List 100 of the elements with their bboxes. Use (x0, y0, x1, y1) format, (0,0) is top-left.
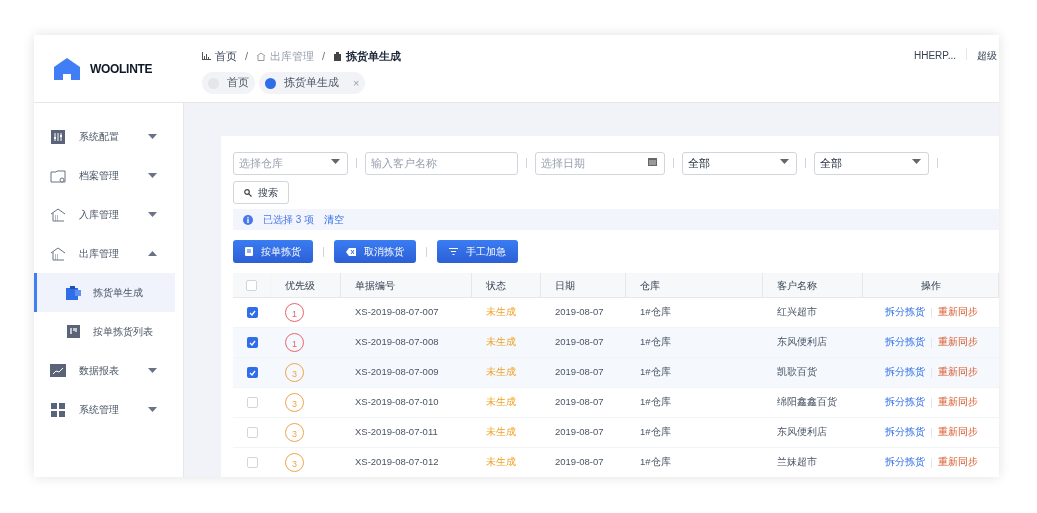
clipboard-icon (65, 285, 81, 300)
chart-icon (202, 52, 211, 60)
breadcrumb-separator: / (322, 48, 326, 64)
date-cell: 2019-08-07 (555, 335, 604, 350)
select-field[interactable]: 全部 (814, 152, 929, 175)
status-text: 未生成 (486, 305, 516, 320)
status-text: 未生成 (486, 395, 516, 410)
date-cell: 2019-08-07 (555, 305, 604, 320)
resync-link[interactable]: 重新同步 (937, 395, 978, 410)
customer-cell: 凯歌百货 (777, 365, 817, 380)
split-picking-link[interactable]: 拆分拣货 (884, 395, 925, 410)
warehouse-cell: 1#仓库 (640, 365, 671, 380)
column-header: 客户名称 (777, 278, 817, 293)
checkbox[interactable] (246, 427, 258, 438)
order-number: XS-2019-08-07-009 (355, 365, 439, 380)
warehouse-cell: 1#仓库 (640, 335, 671, 350)
calendar-icon (648, 157, 657, 167)
input-field[interactable]: 输入客户名称 (365, 151, 518, 175)
resync-link[interactable]: 重新同步 (937, 305, 978, 320)
house-icon (49, 207, 67, 222)
submenu-item[interactable]: 拣货单生成 (34, 273, 175, 312)
resync-link[interactable]: 重新同步 (937, 455, 978, 470)
sidebar-item[interactable]: 入库管理 (34, 195, 183, 234)
checkbox[interactable] (246, 367, 258, 378)
breadcrumb-item[interactable]: 首页 (215, 47, 237, 65)
action-button[interactable]: 取消拣货 (334, 240, 416, 263)
board-icon (66, 325, 80, 338)
action-button[interactable]: 手工加急 (437, 240, 518, 263)
date-cell: 2019-08-07 (555, 425, 604, 440)
column-header: 状态 (486, 278, 506, 293)
customer-cell: 东风便利店 (777, 335, 827, 350)
logo-text: WOOLINTE (90, 60, 153, 78)
document-icon (245, 247, 253, 256)
submenu-item[interactable]: 按单拣货列表 (34, 312, 175, 351)
resync-link[interactable]: 重新同步 (937, 425, 978, 440)
folder-icon (50, 168, 66, 183)
house-icon (256, 51, 267, 61)
customer-cell: 兰妹超市 (777, 455, 817, 470)
breadcrumb-item: 拣货单生成 (346, 48, 402, 64)
split-picking-link[interactable]: 拆分拣货 (884, 335, 925, 350)
column-header: 日期 (555, 278, 575, 293)
order-number: XS-2019-08-07-011 (355, 425, 438, 440)
order-number: XS-2019-08-07-008 (355, 335, 439, 350)
checkbox[interactable] (246, 457, 258, 468)
breadcrumb-separator: / (245, 48, 249, 64)
split-picking-link[interactable]: 拆分拣货 (884, 455, 925, 470)
date-cell: 2019-08-07 (555, 395, 604, 410)
status-text: 未生成 (486, 335, 516, 350)
order-number: XS-2019-08-07-012 (355, 455, 439, 470)
sidebar-item[interactable]: 出库管理 (34, 234, 183, 273)
house-logo-icon (54, 57, 80, 80)
warehouse-cell: 1#仓库 (640, 305, 671, 320)
warehouse-cell: 1#仓库 (640, 425, 671, 440)
grid-icon (51, 402, 65, 417)
resync-link[interactable]: 重新同步 (937, 335, 978, 350)
user-role[interactable]: 超级 (977, 48, 997, 63)
sidebar-item[interactable]: 系统配置 (34, 117, 183, 156)
search-button[interactable]: 搜索 (233, 181, 289, 204)
checkbox[interactable] (246, 337, 258, 348)
status-text: 未生成 (486, 365, 516, 380)
column-header: 单据编号 (355, 278, 395, 293)
date-cell: 2019-08-07 (555, 455, 604, 470)
date-cell: 2019-08-07 (555, 365, 604, 380)
select-field[interactable]: 全部 (682, 152, 797, 175)
clear-link[interactable]: 清空 (324, 212, 345, 227)
split-picking-link[interactable]: 拆分拣货 (884, 425, 925, 440)
filter-icon (449, 248, 458, 255)
sidebar-item[interactable]: 系统管理 (34, 390, 183, 429)
split-picking-link[interactable]: 拆分拣货 (884, 305, 925, 320)
resync-link[interactable]: 重新同步 (937, 365, 978, 380)
tab[interactable]: 首页 (202, 72, 255, 94)
tab[interactable]: 拣货单生成 × (259, 72, 366, 94)
info-icon (243, 214, 253, 225)
column-header: 优先级 (285, 278, 315, 293)
status-text: 未生成 (486, 455, 516, 470)
caret-icon (780, 159, 789, 164)
order-number: XS-2019-08-07-010 (355, 395, 439, 410)
warehouse-cell: 1#仓库 (640, 395, 671, 410)
house-icon (49, 246, 67, 261)
order-number: XS-2019-08-07-007 (355, 305, 439, 320)
checkbox[interactable] (246, 397, 258, 408)
sliders-icon (51, 129, 65, 144)
user-name[interactable]: HHERP... (913, 48, 956, 63)
warehouse-cell: 1#仓库 (640, 455, 671, 470)
search-icon (244, 188, 252, 197)
date-picker[interactable]: 选择日期 (535, 151, 665, 175)
sidebar-item[interactable]: 档案管理 (34, 156, 183, 195)
select-field[interactable]: 选择仓库 (233, 151, 348, 175)
split-picking-link[interactable]: 拆分拣货 (884, 365, 925, 380)
column-header: 仓库 (640, 278, 660, 293)
breadcrumb-item[interactable]: 出库管理 (270, 47, 315, 65)
checkbox[interactable] (246, 279, 257, 291)
action-button[interactable]: 按单拣货 (233, 240, 313, 263)
column-header: 操作 (920, 278, 941, 293)
customer-cell: 绵阳鑫鑫百货 (777, 395, 837, 410)
customer-cell: 红兴超市 (777, 305, 817, 320)
checkbox[interactable] (246, 307, 258, 318)
caret-icon (912, 159, 921, 164)
line-chart-icon (50, 364, 66, 377)
sidebar-item[interactable]: 数据报表 (34, 351, 183, 390)
